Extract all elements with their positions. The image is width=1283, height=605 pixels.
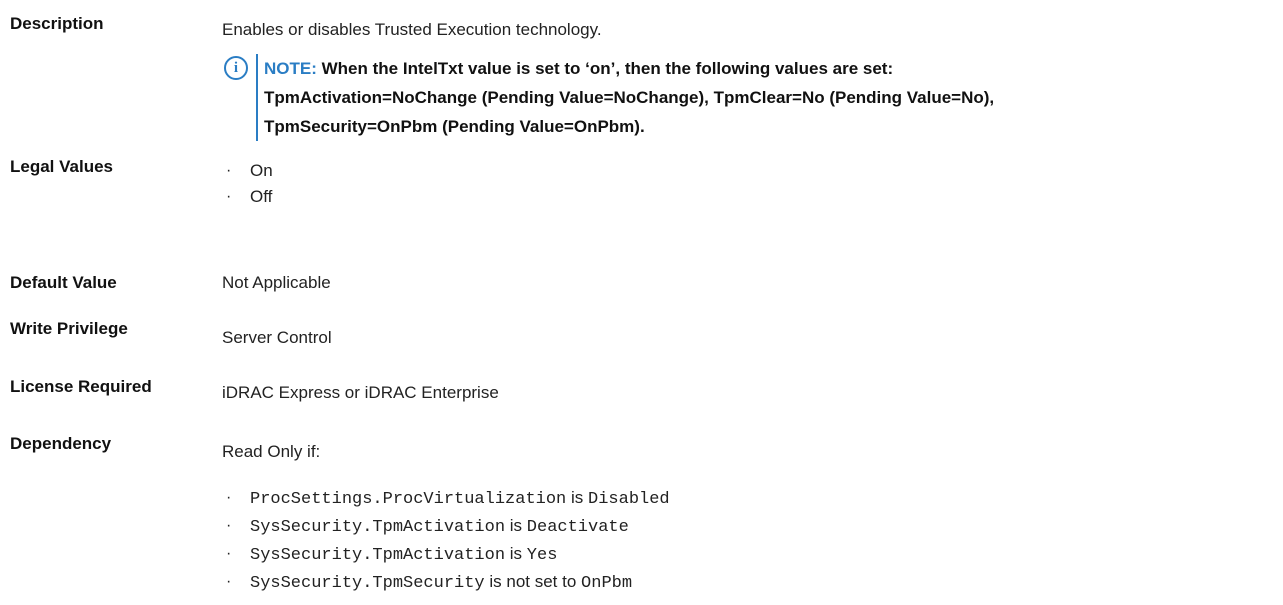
bullet-icon: ·: [226, 517, 232, 534]
default-value-text: Not Applicable: [222, 273, 331, 292]
default-value-label: Default Value: [10, 273, 117, 292]
bullet-icon: ·: [226, 489, 232, 506]
dependency-label: Dependency: [10, 434, 112, 453]
dependency-connector: is: [509, 516, 523, 535]
write-privilege-label: Write Privilege: [10, 319, 128, 338]
dependency-code: SysSecurity.TpmSecurity: [250, 574, 485, 593]
bullet-icon: ·: [226, 573, 232, 590]
legal-value-item: · On: [222, 158, 273, 184]
note-line-1: NOTE: When the IntelTxt value is set to …: [264, 54, 994, 83]
dependency-connector: is: [571, 488, 584, 507]
dependency-code: SysSecurity.TpmActivation: [250, 518, 506, 537]
dependency-list: · ProcSettings.ProcVirtualization is Disa…: [222, 485, 670, 597]
dependency-connector: is: [509, 544, 523, 563]
note-line-3: TpmSecurity=OnPbm (Pending Value=OnPbm).: [264, 117, 645, 136]
dependency-code: SysSecurity.TpmActivation: [250, 546, 506, 565]
bullet-icon: ·: [226, 162, 232, 179]
description-label: Description: [10, 14, 104, 33]
legal-values-label: Legal Values: [10, 157, 113, 176]
dependency-intro: Read Only if:: [222, 442, 321, 461]
dependency-value: Deactivate: [526, 518, 629, 537]
info-icon: i: [224, 56, 248, 80]
legal-value-text: On: [250, 161, 273, 180]
dependency-item: · ProcSettings.ProcVirtualization is Disa…: [222, 485, 670, 513]
description-text: Enables or disables Trusted Execution te…: [222, 20, 602, 39]
dependency-code: ProcSettings.ProcVirtualization: [250, 490, 567, 509]
license-required-text: iDRAC Express or iDRAC Enterprise: [222, 383, 499, 402]
dependency-value: Yes: [526, 546, 558, 565]
bullet-icon: ·: [226, 188, 232, 205]
legal-value-text: Off: [250, 187, 273, 206]
license-required-label: License Required: [10, 377, 152, 396]
dependency-value: OnPbm: [581, 574, 633, 593]
note-block: NOTE: When the IntelTxt value is set to …: [256, 54, 994, 141]
note-label: NOTE:: [264, 59, 317, 78]
dependency-item: · SysSecurity.TpmSecurity is not set to O…: [222, 569, 670, 597]
write-privilege-text: Server Control: [222, 328, 332, 347]
dependency-item: · SysSecurity.TpmActivation is Deactivate: [222, 513, 670, 541]
bullet-icon: ·: [226, 545, 232, 562]
note-text-1: When the IntelTxt value is set to ‘on’, …: [321, 59, 894, 78]
dependency-item: · SysSecurity.TpmActivation is Yes: [222, 541, 670, 569]
dependency-value: Disabled: [588, 490, 670, 509]
dependency-connector: is not set to: [489, 572, 577, 591]
note-line-2: TpmActivation=NoChange (Pending Value=No…: [264, 88, 995, 107]
legal-value-item: · Off: [222, 184, 273, 210]
legal-values-list: · On · Off: [222, 158, 273, 210]
